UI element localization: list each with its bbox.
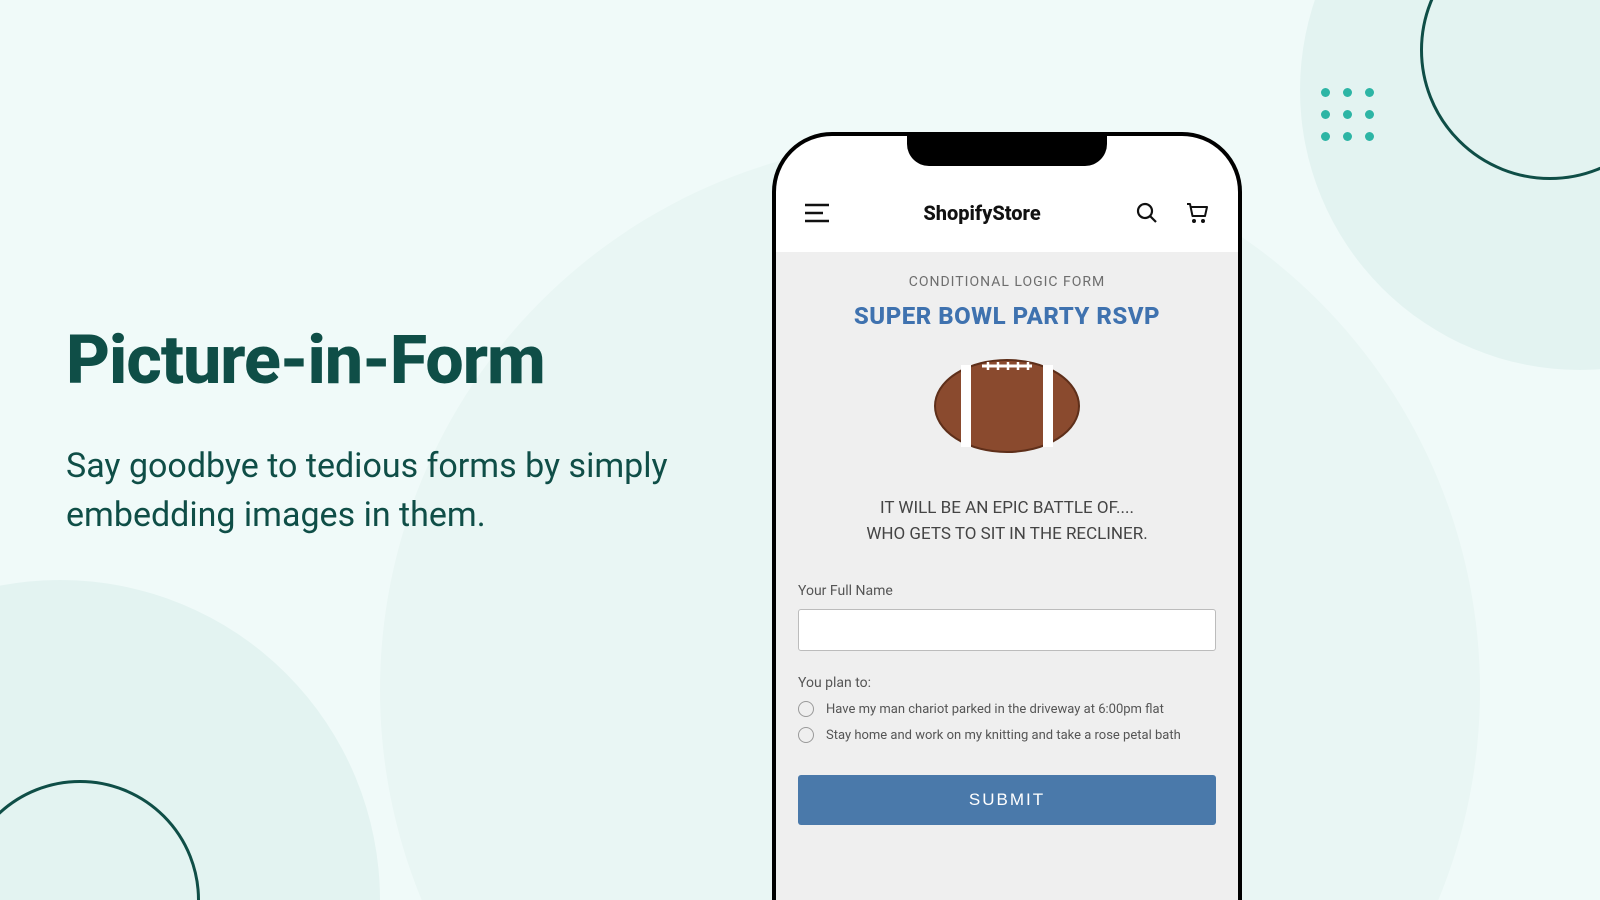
radio-icon	[798, 701, 814, 717]
radio-option-1[interactable]: Have my man chariot parked in the drivew…	[798, 701, 1216, 717]
cart-icon[interactable]	[1184, 200, 1210, 226]
dot-grid	[1321, 88, 1375, 142]
football-image	[798, 356, 1216, 456]
subhead-line-1: IT WILL BE AN EPIC BATTLE OF....	[798, 496, 1216, 522]
search-icon[interactable]	[1134, 200, 1160, 226]
subtext: Say goodbye to tedious forms by simply e…	[66, 442, 706, 541]
form-screen: CONDITIONAL LOGIC FORM SUPER BOWL PARTY …	[776, 252, 1238, 900]
submit-button[interactable]: SUBMIT	[798, 775, 1216, 825]
store-topbar: ShopifyStore	[776, 192, 1238, 252]
radio-label: Have my man chariot parked in the drivew…	[826, 702, 1164, 717]
form-eyebrow: CONDITIONAL LOGIC FORM	[798, 274, 1216, 290]
headline: Picture-in-Form	[66, 320, 706, 400]
arc-top-right	[1420, 0, 1600, 180]
radio-label: Stay home and work on my knitting and ta…	[826, 728, 1181, 743]
arc-bottom-left	[0, 780, 200, 900]
menu-icon[interactable]	[804, 200, 830, 226]
radio-option-2[interactable]: Stay home and work on my knitting and ta…	[798, 727, 1216, 743]
name-input[interactable]	[798, 609, 1216, 651]
subhead-line-2: WHO GETS TO SIT IN THE RECLINER.	[798, 522, 1216, 548]
plan-label: You plan to:	[798, 675, 1216, 691]
name-label: Your Full Name	[798, 583, 1216, 599]
marketing-copy: Picture-in-Form Say goodbye to tedious f…	[66, 320, 706, 541]
form-subhead: IT WILL BE AN EPIC BATTLE OF.... WHO GET…	[798, 496, 1216, 547]
phone-notch	[907, 132, 1107, 166]
form-title: SUPER BOWL PARTY RSVP	[798, 302, 1216, 330]
radio-icon	[798, 727, 814, 743]
phone-mockup: ShopifyStore CONDITIONAL LOGIC FORM SUPE…	[772, 132, 1242, 900]
store-brand: ShopifyStore	[923, 201, 1040, 225]
